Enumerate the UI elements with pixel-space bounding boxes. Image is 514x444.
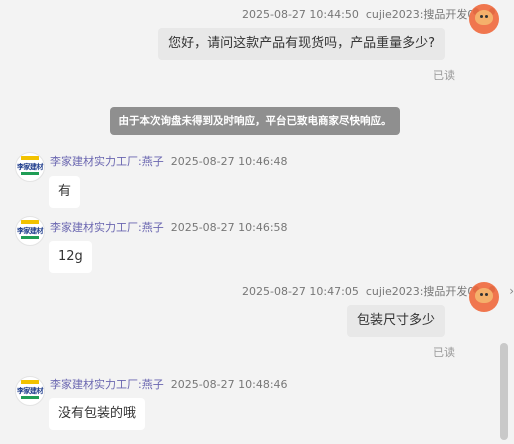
message-meta: 2025-08-27 10:47:05 cujie2023:搜品开发086 — [242, 283, 488, 299]
system-notice: 由于本次询盘未得到及时响应，平台已致电商家尽快响应。 — [110, 107, 400, 135]
message-sender: 李家建材实力工厂:燕子 — [50, 221, 164, 234]
logo-stripe — [21, 380, 39, 384]
scrollbar-thumb[interactable] — [500, 343, 508, 440]
contact-avatar[interactable]: 李家建材 — [15, 376, 45, 406]
message-timestamp: 2025-08-27 10:48:46 — [170, 378, 288, 391]
chevron-right-icon[interactable]: › — [509, 284, 514, 298]
message-meta: 2025-08-27 10:44:50 cujie2023:搜品开发086 — [242, 6, 488, 22]
chat-message-list[interactable]: 2025-08-27 10:44:50 cujie2023:搜品开发086 您好… — [0, 0, 499, 444]
read-receipt: 已读 — [433, 69, 455, 82]
avatar-eye — [480, 15, 483, 18]
contact-avatar[interactable]: 李家建材 — [15, 152, 45, 182]
message-bubble[interactable]: 有 — [49, 176, 81, 208]
company-logo-icon: 李家建材 — [17, 163, 44, 171]
avatar-eye — [480, 293, 483, 296]
logo-stripe — [21, 220, 39, 224]
message-timestamp: 2025-08-27 10:44:50 — [242, 8, 359, 21]
company-logo-icon: 李家建材 — [17, 387, 44, 395]
message-bubble[interactable]: 没有包装的哦 — [49, 398, 146, 430]
message-sender: 李家建材实力工厂:燕子 — [50, 378, 164, 391]
read-receipt: 已读 — [433, 346, 455, 359]
cow-icon — [475, 288, 493, 303]
logo-stripe — [21, 236, 39, 239]
message-timestamp: 2025-08-27 10:47:05 — [242, 285, 359, 298]
message-meta: 李家建材实力工厂:燕子 2025-08-27 10:46:58 — [50, 219, 288, 235]
contact-avatar[interactable]: 李家建材 — [15, 216, 45, 246]
message-meta: 李家建材实力工厂:燕子 2025-08-27 10:46:48 — [50, 153, 288, 169]
user-avatar[interactable] — [469, 282, 499, 312]
logo-stripe — [21, 156, 39, 160]
message-timestamp: 2025-08-27 10:46:48 — [170, 155, 288, 168]
message-sender: 李家建材实力工厂:燕子 — [50, 155, 164, 168]
chat-scrollbar[interactable] — [500, 0, 510, 444]
logo-stripe — [21, 396, 39, 399]
message-bubble[interactable]: 12g — [49, 241, 92, 273]
avatar-eye — [485, 15, 488, 18]
message-bubble[interactable]: 您好，请问这款产品有现货吗，产品重量多少? — [158, 28, 445, 60]
company-logo-icon: 李家建材 — [17, 227, 44, 235]
user-avatar[interactable] — [469, 4, 499, 34]
message-timestamp: 2025-08-27 10:46:58 — [170, 221, 288, 234]
avatar-eye — [485, 293, 488, 296]
message-bubble[interactable]: 包装尺寸多少 — [346, 305, 445, 337]
cow-icon — [475, 10, 493, 25]
message-meta: 李家建材实力工厂:燕子 2025-08-27 10:48:46 — [50, 376, 288, 392]
logo-stripe — [21, 172, 39, 175]
